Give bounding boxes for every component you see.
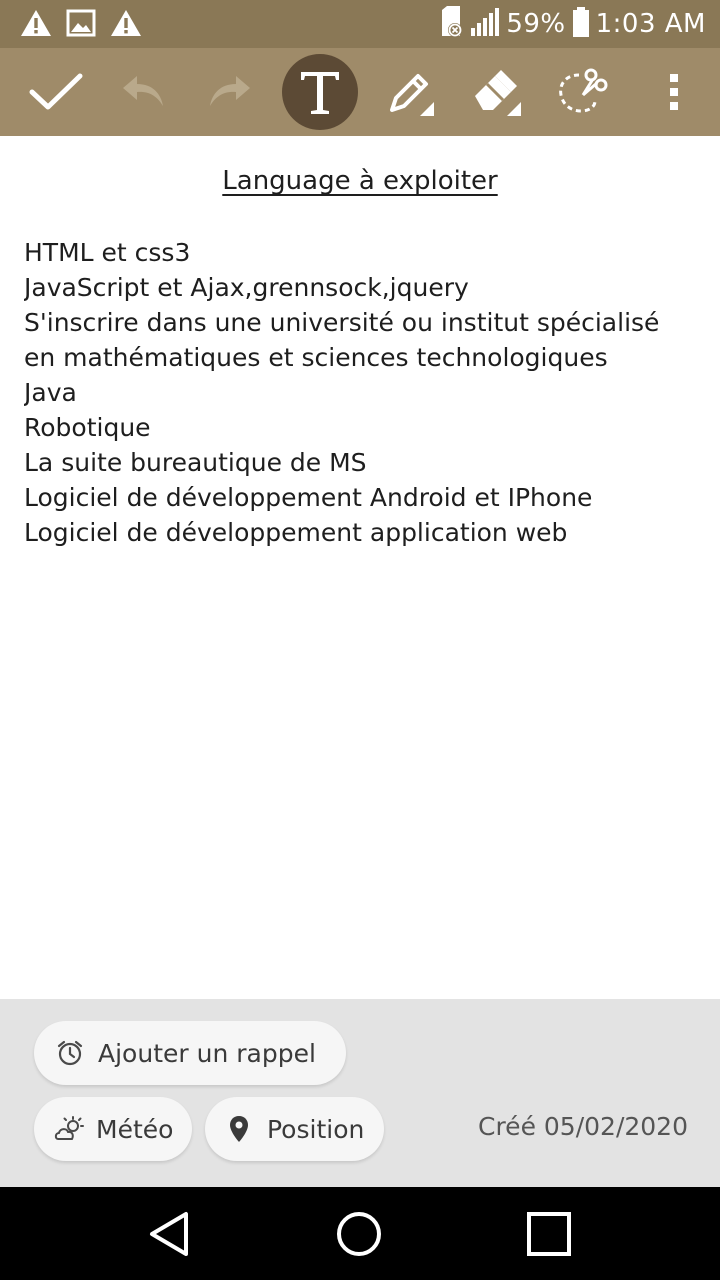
created-date: Créé 05/02/2020 xyxy=(478,1112,688,1141)
battery-percent: 59% xyxy=(506,9,566,39)
undo-button[interactable] xyxy=(99,48,187,136)
sd-card-error-icon xyxy=(440,6,464,42)
more-options-button[interactable] xyxy=(630,48,718,136)
position-label: Position xyxy=(267,1114,365,1144)
pen-tool-button[interactable] xyxy=(366,48,454,136)
home-button[interactable] xyxy=(299,1187,419,1280)
check-icon xyxy=(28,72,84,112)
note-line[interactable]: HTML et css3 xyxy=(24,235,704,270)
status-notifications xyxy=(20,8,142,38)
status-system: 59% 1:03 AM xyxy=(440,6,706,42)
add-reminder-button[interactable]: Ajouter un rappel xyxy=(34,1021,346,1085)
screen: 59% 1:03 AM Language à exploiter HTML et… xyxy=(0,0,720,1280)
redo-button[interactable] xyxy=(186,48,274,136)
note-line[interactable]: JavaScript et Ajax,grennsock,jquery xyxy=(24,270,704,305)
text-tool-button[interactable] xyxy=(276,48,364,136)
note-line[interactable]: Robotique xyxy=(24,410,704,445)
undo-icon xyxy=(119,72,167,112)
battery-icon xyxy=(572,7,590,41)
signal-icon xyxy=(470,8,500,40)
text-tool-highlight xyxy=(282,54,358,130)
done-button[interactable] xyxy=(12,48,100,136)
note-line[interactable]: S'inscrire dans une université ou instit… xyxy=(24,305,704,340)
warning-icon xyxy=(20,8,52,38)
eraser-icon xyxy=(469,66,523,118)
editor-toolbar xyxy=(0,48,720,136)
add-reminder-label: Ajouter un rappel xyxy=(98,1038,316,1068)
note-title[interactable]: Language à exploiter xyxy=(0,166,720,196)
weather-label: Météo xyxy=(96,1114,174,1144)
status-bar: 59% 1:03 AM xyxy=(0,0,720,48)
recents-button[interactable] xyxy=(489,1187,609,1280)
lasso-tool-button[interactable] xyxy=(538,48,626,136)
location-pin-icon xyxy=(229,1115,249,1143)
note-line[interactable]: La suite bureautique de MS xyxy=(24,445,704,480)
back-icon xyxy=(148,1211,192,1257)
back-button[interactable] xyxy=(110,1187,230,1280)
weather-sun-cloud-icon xyxy=(54,1116,86,1142)
note-line[interactable]: Java xyxy=(24,375,704,410)
more-vert-icon xyxy=(668,72,680,112)
clock: 1:03 AM xyxy=(595,9,706,39)
pen-icon xyxy=(384,66,436,118)
weather-button[interactable]: Météo xyxy=(34,1097,192,1161)
lasso-scissors-icon xyxy=(555,65,609,119)
image-icon xyxy=(66,9,96,37)
eraser-tool-button[interactable] xyxy=(452,48,540,136)
note-meta-panel: Ajouter un rappel Météo Position Créé 05… xyxy=(0,999,720,1187)
home-icon xyxy=(336,1211,382,1257)
note-text[interactable]: HTML et css3 JavaScript et Ajax,grennsoc… xyxy=(24,235,704,550)
navigation-bar xyxy=(0,1187,720,1280)
warning-icon xyxy=(110,8,142,38)
alarm-clock-icon xyxy=(56,1039,84,1067)
note-line[interactable]: en mathématiques et sciences technologiq… xyxy=(24,340,704,375)
text-tool-icon xyxy=(298,68,342,116)
redo-icon xyxy=(206,72,254,112)
position-button[interactable]: Position xyxy=(205,1097,384,1161)
note-body[interactable]: Language à exploiter HTML et css3 JavaSc… xyxy=(0,136,720,999)
note-line[interactable]: Logiciel de développement application we… xyxy=(24,515,704,550)
recents-icon xyxy=(527,1211,571,1256)
note-line[interactable]: Logiciel de développement Android et IPh… xyxy=(24,480,704,515)
